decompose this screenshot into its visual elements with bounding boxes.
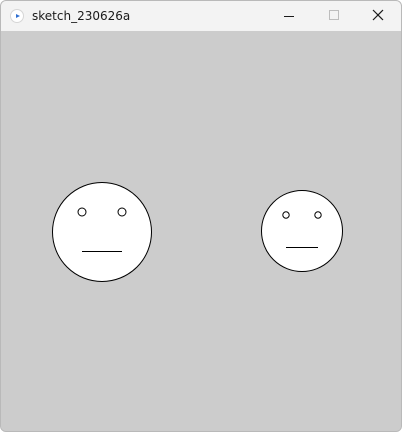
window-title: sketch_230626a xyxy=(32,9,131,23)
face-right xyxy=(261,190,343,272)
close-icon xyxy=(372,9,384,21)
face-left-eye-left xyxy=(77,207,87,217)
face-left xyxy=(52,182,152,282)
face-left-eye-right xyxy=(117,207,127,217)
close-button[interactable] xyxy=(355,1,401,31)
maximize-icon xyxy=(329,10,339,20)
maximize-button[interactable] xyxy=(311,1,357,31)
face-right-head xyxy=(261,190,343,272)
sketch-canvas[interactable] xyxy=(1,31,401,431)
sketch-drawing xyxy=(52,182,343,282)
minimize-button[interactable] xyxy=(265,1,311,31)
minimize-icon xyxy=(284,16,294,17)
face-right-eye-left xyxy=(282,211,290,219)
title-bar[interactable]: sketch_230626a xyxy=(1,1,401,31)
processing-play-icon xyxy=(10,9,24,23)
face-left-head xyxy=(52,182,152,282)
face-right-eye-right xyxy=(314,211,322,219)
app-window: sketch_230626a xyxy=(0,0,402,432)
